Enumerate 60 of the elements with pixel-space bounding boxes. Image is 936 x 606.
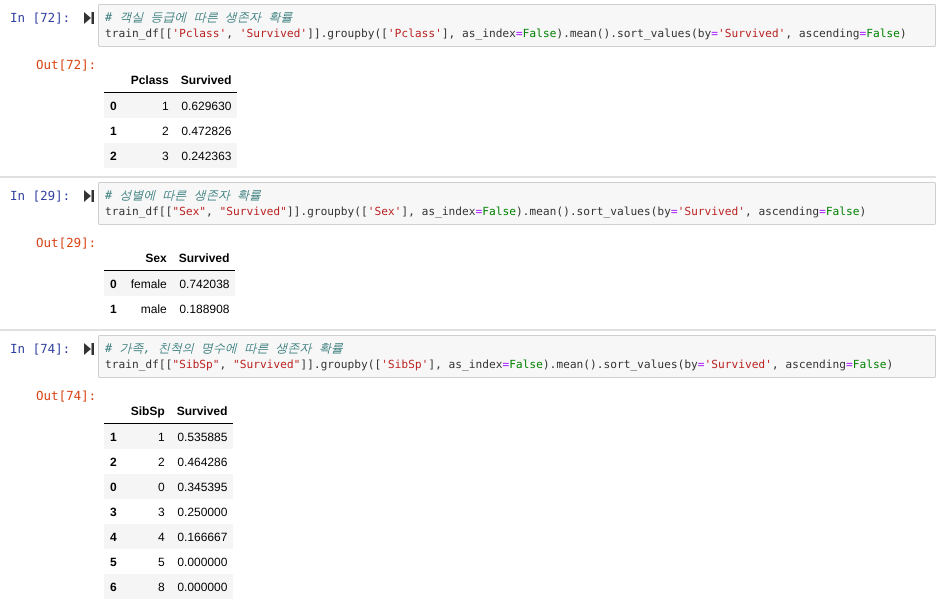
table-cell: 0.250000 xyxy=(177,505,228,519)
table-cell: 0.464286 xyxy=(177,455,228,469)
table-cell: 8 xyxy=(158,580,165,594)
code-comment: # 성별에 따른 생존자 확률 xyxy=(105,187,262,203)
row-index: 0 xyxy=(110,480,117,494)
table-cell: 0.345395 xyxy=(177,480,228,494)
column-header: SibSp xyxy=(130,404,165,418)
column-header: Survived xyxy=(180,73,232,87)
table-cell: 0.166667 xyxy=(177,530,228,544)
table-cell: female xyxy=(130,277,167,291)
table-cell: 0.472826 xyxy=(181,124,232,138)
row-index: 2 xyxy=(110,149,117,163)
input-prompt: In [74]: xyxy=(10,341,70,356)
table-cell: 0.188908 xyxy=(179,302,230,316)
table-cell: male xyxy=(140,302,167,316)
column-header: Pclass xyxy=(130,73,169,87)
row-index: 1 xyxy=(110,430,117,444)
table-cell: 0.535885 xyxy=(177,430,228,444)
row-index: 0 xyxy=(110,99,117,113)
table-cell: 4 xyxy=(158,530,165,544)
table-cell: 3 xyxy=(162,149,169,163)
table-cell: 1 xyxy=(162,99,169,113)
output-prompt: Out[74]: xyxy=(36,388,96,403)
step-forward-icon[interactable] xyxy=(84,342,94,354)
row-index: 1 xyxy=(110,124,117,138)
output-prompt: Out[72]: xyxy=(36,57,96,72)
row-index: 2 xyxy=(110,455,117,469)
row-index: 0 xyxy=(110,277,117,291)
row-index: 4 xyxy=(110,530,117,544)
code-input-area[interactable]: # 객실 등급에 따른 생존자 확률 train_df[['Pclass', 'Survived']].groupby(['Pclass'], as_index=False).mean().sort_values(by='Survived', ascending=False) xyxy=(98,4,936,47)
code-comment: # 객실 등급에 따른 생존자 확률 xyxy=(105,9,294,25)
column-header: Survived xyxy=(176,404,228,418)
table-cell: 1 xyxy=(158,430,165,444)
table-cell: 0.742038 xyxy=(179,277,230,291)
table-cell: 0.000000 xyxy=(177,555,228,569)
row-index: 1 xyxy=(110,302,117,316)
input-prompt: In [72]: xyxy=(10,10,70,25)
output-prompt: Out[29]: xyxy=(36,235,96,250)
row-index: 6 xyxy=(110,580,117,594)
code-line: train_df[["Sex", "Survived"]].groupby(['Sex'], as_index=False).mean().sort_values(by='Survived', ascending=False) xyxy=(105,204,868,220)
table-cell: 0 xyxy=(158,480,165,494)
row-index: 3 xyxy=(110,505,117,519)
row-index: 5 xyxy=(110,555,117,569)
code-input-area[interactable]: # 가족, 친척의 명수에 따른 생존자 확률 train_df[["SibSp", "Survived"]].groupby(['SibSp'], as_index=False).mean().sort_values(by='Survived', ascending=False) xyxy=(98,335,936,378)
table-cell: 0.000000 xyxy=(177,580,228,594)
table-cell: 5 xyxy=(158,555,165,569)
code-comment: # 가족, 친척의 명수에 따른 생존자 확률 xyxy=(105,340,344,356)
table-cell: 2 xyxy=(162,124,169,138)
code-line: train_df[["SibSp", "Survived"]].groupby(['SibSp'], as_index=False).mean().sort_values(by='Survived', ascending=False) xyxy=(105,357,894,373)
input-prompt: In [29]: xyxy=(10,188,70,203)
table-cell: 3 xyxy=(158,505,165,519)
column-header: Survived xyxy=(178,251,230,265)
column-header: Sex xyxy=(145,251,167,265)
code-line: train_df[['Pclass', 'Survived']].groupby(['Pclass'], as_index=False).mean().sort_values(by='Survived', ascending=False) xyxy=(105,26,908,42)
table-cell: 0.242363 xyxy=(181,149,232,163)
table-cell: 0.629630 xyxy=(181,99,232,113)
table-cell: 2 xyxy=(158,455,165,469)
step-forward-icon[interactable] xyxy=(84,12,94,24)
code-input-area[interactable]: # 성별에 따른 생존자 확률 train_df[["Sex", "Survived"]].groupby(['Sex'], as_index=False).mean().sort_values(by='Survived', ascending=False) xyxy=(98,182,936,225)
step-forward-icon[interactable] xyxy=(84,190,94,202)
